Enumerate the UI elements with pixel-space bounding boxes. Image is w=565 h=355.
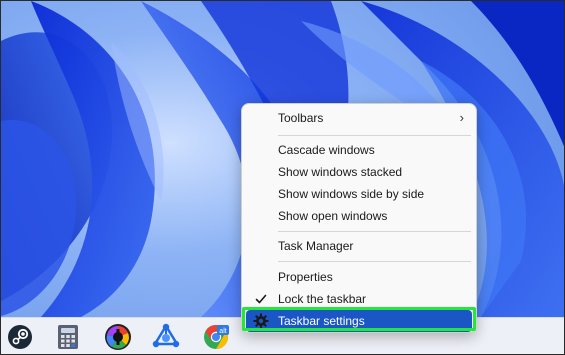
menu-item-show-windows-stacked[interactable]: Show windows stacked	[246, 161, 472, 183]
menu-item-cascade-windows[interactable]: Cascade windows	[246, 139, 472, 161]
menu-item-label: Task Manager	[278, 239, 354, 253]
menu-item-label: Taskbar settings	[278, 314, 365, 328]
chevron-right-icon: ›	[459, 110, 464, 125]
menu-item-toolbars[interactable]: Toolbars ›	[246, 107, 472, 129]
menu-item-label: Properties	[278, 270, 333, 284]
menu-item-label: Show windows side by side	[278, 187, 425, 201]
menu-item-task-manager[interactable]: Task Manager	[246, 235, 472, 257]
menu-item-show-open-windows[interactable]: Show open windows	[246, 205, 472, 227]
menu-separator	[278, 261, 471, 262]
menu-separator	[278, 135, 471, 136]
chrome-canary-icon[interactable]: alt	[201, 322, 231, 352]
menu-item-label: Cascade windows	[278, 143, 375, 157]
gear-icon	[253, 313, 269, 329]
menu-separator	[278, 231, 471, 232]
menu-item-label: Lock the taskbar	[278, 292, 367, 306]
pinwheel-app-icon[interactable]	[103, 322, 133, 352]
menu-item-label: Toolbars	[278, 111, 324, 125]
menu-item-label: Show open windows	[278, 209, 388, 223]
menu-item-lock-the-taskbar[interactable]: Lock the taskbar	[246, 288, 472, 310]
desktop-screen: alt Toolbars › Cascade windows Show wind…	[0, 0, 565, 355]
triangle-hub-icon[interactable]	[151, 322, 181, 352]
menu-item-show-windows-side-by-side[interactable]: Show windows side by side	[246, 183, 472, 205]
chrome-badge-text: alt	[219, 328, 226, 335]
steam-icon[interactable]	[5, 322, 35, 352]
menu-item-taskbar-settings[interactable]: Taskbar settings	[246, 310, 472, 332]
taskbar-context-menu: Toolbars › Cascade windows Show windows …	[241, 103, 477, 333]
calculator-icon[interactable]	[53, 322, 83, 352]
menu-item-properties[interactable]: Properties	[246, 266, 472, 288]
menu-item-label: Show windows stacked	[278, 165, 403, 179]
checkmark-icon	[253, 291, 269, 307]
